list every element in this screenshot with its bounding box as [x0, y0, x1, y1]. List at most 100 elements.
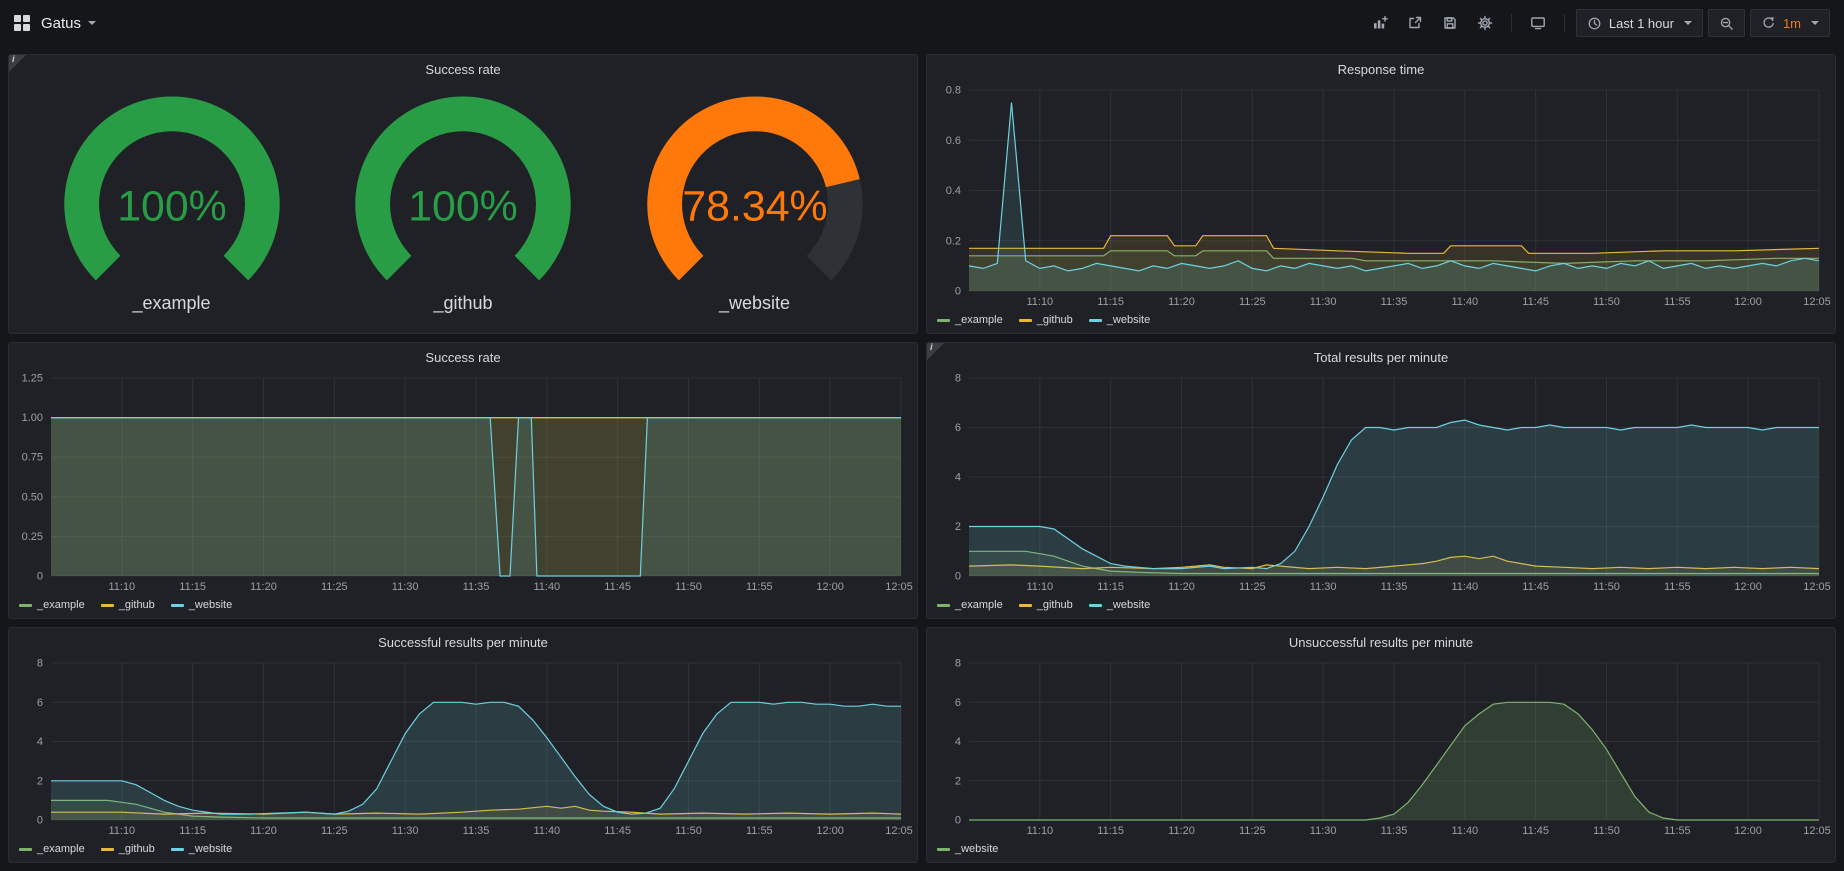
svg-text:11:10: 11:10 [1026, 581, 1053, 593]
legend-swatch [19, 848, 32, 851]
add-panel-button[interactable] [1365, 9, 1395, 37]
svg-text:11:30: 11:30 [392, 581, 419, 593]
legend-item-website[interactable]: _website [171, 843, 232, 855]
svg-text:11:10: 11:10 [1026, 825, 1053, 837]
svg-text:11:25: 11:25 [321, 581, 348, 593]
legend-swatch [1089, 319, 1102, 322]
svg-text:11:45: 11:45 [1522, 581, 1549, 593]
legend-item-github[interactable]: _github [101, 843, 155, 855]
successful-results-plot: 0246811:1011:1511:2011:2511:3011:3511:40… [9, 653, 917, 840]
legend-item-github[interactable]: _github [101, 599, 155, 611]
gauge-arc: 100% [33, 93, 311, 292]
gauge-arc: 78.34% [616, 93, 894, 292]
svg-text:11:55: 11:55 [1664, 296, 1691, 308]
panel-success-rate: Success rate 00.250.500.751.001.2511:101… [8, 342, 918, 619]
caret-down-icon [1811, 21, 1819, 25]
cycle-view-mode-button[interactable] [1523, 9, 1553, 37]
svg-text:11:15: 11:15 [179, 581, 206, 593]
zoom-out-button[interactable] [1708, 9, 1745, 37]
legend: _example _github _website [9, 840, 917, 862]
legend-item-github[interactable]: _github [1019, 314, 1073, 326]
svg-text:0.4: 0.4 [946, 185, 961, 197]
gauge-website: 78.34%_website [616, 93, 894, 313]
legend-item-website[interactable]: _website [1089, 599, 1150, 611]
gauge-label: _example [132, 293, 210, 314]
legend-label: _github [1037, 314, 1073, 326]
time-range-picker[interactable]: Last 1 hour [1576, 9, 1703, 37]
save-icon [1442, 15, 1458, 31]
panel-title[interactable]: Success rate [9, 343, 917, 368]
svg-text:4: 4 [37, 736, 43, 748]
legend-label: _github [1037, 599, 1073, 611]
svg-text:11:35: 11:35 [1381, 296, 1408, 308]
svg-text:0: 0 [955, 286, 961, 298]
total-results-chart[interactable]: 0246811:1011:1511:2011:2511:3011:3511:40… [927, 368, 1835, 596]
svg-text:11:10: 11:10 [1026, 296, 1053, 308]
legend-swatch [1089, 604, 1102, 607]
refresh-interval-label: 1m [1783, 16, 1801, 31]
divider [1511, 14, 1512, 32]
svg-text:11:40: 11:40 [533, 825, 560, 837]
dashboard-title[interactable]: Gatus [41, 15, 81, 32]
svg-text:0.75: 0.75 [22, 452, 43, 464]
svg-text:0.2: 0.2 [946, 235, 961, 247]
panel-info-icon[interactable] [927, 343, 944, 360]
legend: _example _github _website [927, 311, 1835, 333]
success-rate-chart[interactable]: 00.250.500.751.001.2511:1011:1511:2011:2… [9, 368, 917, 596]
svg-text:1.25: 1.25 [22, 373, 43, 385]
legend-swatch [937, 319, 950, 322]
panel-info-icon[interactable] [9, 55, 26, 72]
svg-text:6: 6 [37, 697, 43, 709]
panel-title[interactable]: Total results per minute [927, 343, 1835, 368]
legend-label: _example [955, 599, 1003, 611]
time-range-label: Last 1 hour [1609, 16, 1674, 31]
share-dashboard-button[interactable] [1400, 9, 1430, 37]
legend-label: _github [119, 843, 155, 855]
svg-text:12:00: 12:00 [1734, 296, 1762, 308]
svg-text:0.50: 0.50 [22, 491, 43, 503]
legend-item-website[interactable]: _website [937, 843, 998, 855]
svg-text:11:40: 11:40 [1451, 296, 1478, 308]
svg-text:11:15: 11:15 [1097, 581, 1124, 593]
svg-text:6: 6 [955, 422, 961, 434]
svg-text:11:30: 11:30 [1310, 825, 1337, 837]
panel-title[interactable]: Response time [927, 55, 1835, 80]
legend-label: _example [37, 599, 85, 611]
legend-item-example[interactable]: _example [937, 314, 1003, 326]
legend-item-website[interactable]: _website [171, 599, 232, 611]
legend-item-github[interactable]: _github [1019, 599, 1073, 611]
svg-text:11:40: 11:40 [1451, 825, 1478, 837]
refresh-icon [1761, 16, 1776, 31]
save-dashboard-button[interactable] [1435, 9, 1465, 37]
svg-text:11:45: 11:45 [1522, 825, 1549, 837]
successful-results-chart[interactable]: 0246811:1011:1511:2011:2511:3011:3511:40… [9, 653, 917, 840]
svg-text:0: 0 [955, 571, 961, 583]
refresh-picker[interactable]: 1m [1750, 9, 1830, 37]
legend-item-website[interactable]: _website [1089, 314, 1150, 326]
svg-text:11:35: 11:35 [463, 581, 490, 593]
navbar-left: Gatus [14, 15, 96, 32]
svg-text:11:30: 11:30 [1310, 581, 1337, 593]
dashboard-settings-button[interactable] [1470, 9, 1500, 37]
legend-item-example[interactable]: _example [937, 599, 1003, 611]
legend-swatch [171, 604, 184, 607]
apps-grid-icon[interactable] [14, 15, 30, 31]
success-rate-plot: 00.250.500.751.001.2511:1011:1511:2011:2… [9, 368, 917, 596]
svg-text:12:00: 12:00 [1734, 825, 1762, 837]
svg-text:0: 0 [37, 571, 43, 583]
legend-label: _github [119, 599, 155, 611]
panel-title[interactable]: Unsuccessful results per minute [927, 628, 1835, 653]
svg-text:100%: 100% [408, 183, 518, 231]
svg-text:11:10: 11:10 [108, 825, 135, 837]
panel-title[interactable]: Success rate [9, 55, 917, 80]
svg-text:11:35: 11:35 [1381, 581, 1408, 593]
legend-item-example[interactable]: _example [19, 599, 85, 611]
success-rate-gauges: 100%_example100%_github78.34%_website [9, 80, 917, 333]
gauge-arc: 100% [324, 93, 602, 292]
unsuccessful-results-chart[interactable]: 0246811:1011:1511:2011:2511:3011:3511:40… [927, 653, 1835, 840]
response-time-chart[interactable]: 00.20.40.60.811:1011:1511:2011:2511:3011… [927, 80, 1835, 311]
svg-text:2: 2 [955, 521, 961, 533]
svg-text:11:30: 11:30 [1310, 296, 1337, 308]
panel-title[interactable]: Successful results per minute [9, 628, 917, 653]
legend-item-example[interactable]: _example [19, 843, 85, 855]
